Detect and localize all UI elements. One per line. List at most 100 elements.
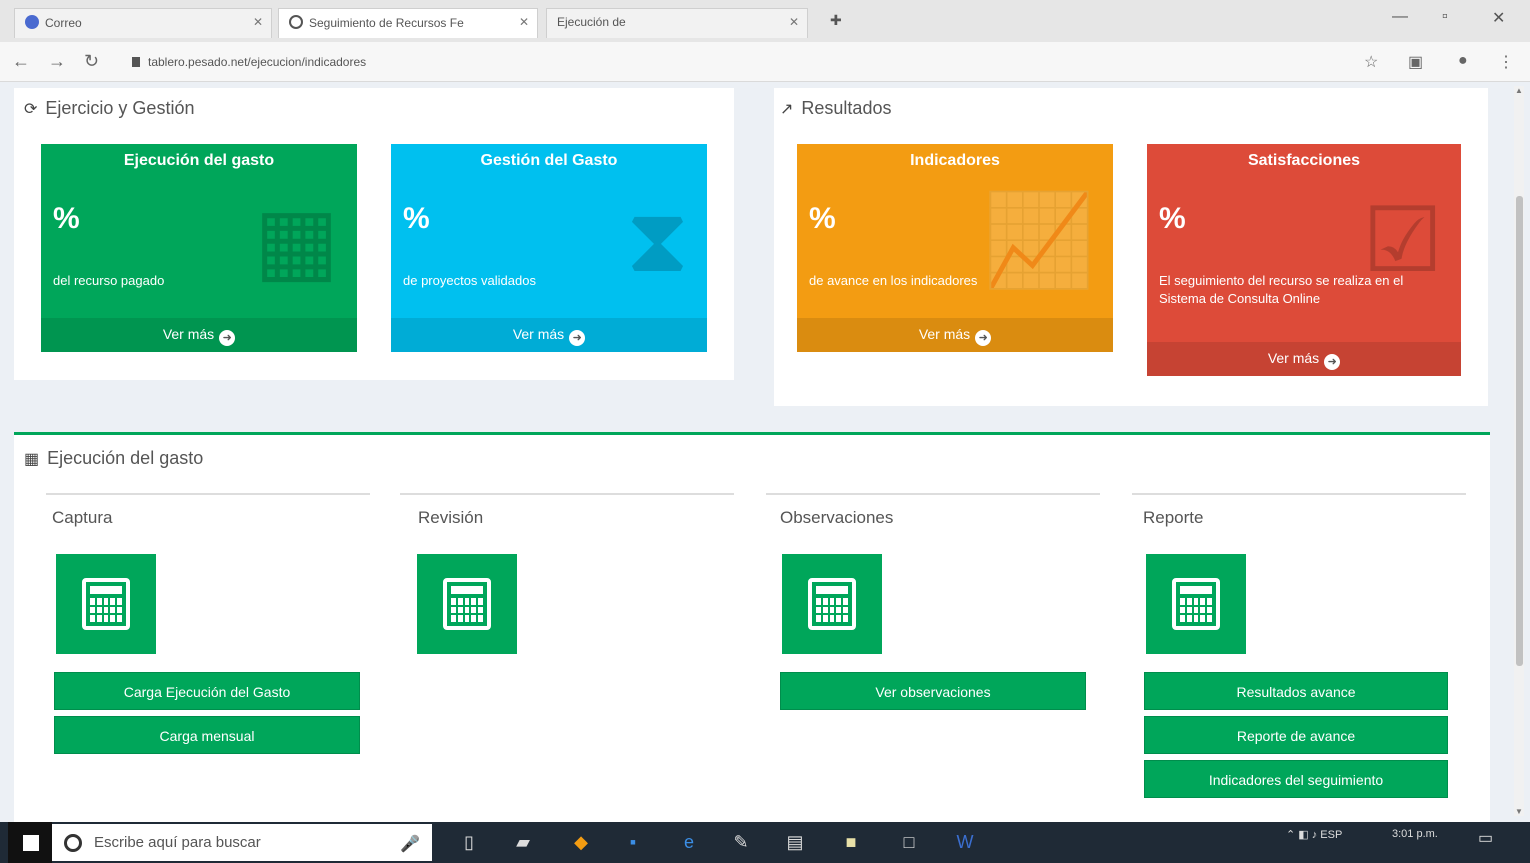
- box-title: Indicadores: [910, 152, 1000, 169]
- ver-observaciones-button[interactable]: Ver observaciones: [780, 672, 1086, 710]
- browser-tab-third[interactable]: Ejecución de ✕: [546, 8, 808, 38]
- minimize-icon[interactable]: —: [1392, 8, 1408, 26]
- reload-icon[interactable]: ↻: [84, 51, 99, 72]
- scroll-down-icon[interactable]: ▼: [1515, 807, 1523, 816]
- box-more-link[interactable]: Ver más ➜: [41, 318, 357, 352]
- box-satisfacciones: Satisfacciones % El seguimiento del recu…: [1147, 144, 1461, 376]
- lock-icon: [132, 57, 140, 67]
- browser-tabstrip: Correo ✕ Seguimiento de Recursos Fe ✕ Ej…: [0, 0, 1530, 42]
- calculator-tile-captura[interactable]: [56, 554, 156, 654]
- calculator-tile-observaciones[interactable]: [782, 554, 882, 654]
- reporte-avance-button[interactable]: Reporte de avance: [1144, 716, 1448, 754]
- app-icon[interactable]: ◆: [566, 828, 596, 856]
- taskbar-search-placeholder: Escribe aquí para buscar: [94, 834, 261, 851]
- start-button[interactable]: [8, 822, 52, 863]
- arrow-circle-right-icon: ➜: [219, 330, 236, 346]
- box-percent: %: [403, 202, 430, 235]
- address-bar[interactable]: tablero.pesado.net/ejecucion/indicadores: [124, 50, 1354, 74]
- box-more-link[interactable]: Ver más ➜: [797, 318, 1113, 352]
- box-more-link[interactable]: Ver más ➜: [391, 318, 707, 352]
- tray-lang: ESP: [1320, 829, 1343, 841]
- edge-browser-icon[interactable]: e: [674, 828, 704, 856]
- close-tab-icon[interactable]: ✕: [253, 15, 263, 29]
- extension-icon[interactable]: ▣: [1408, 52, 1423, 72]
- file-explorer-icon[interactable]: ▰: [508, 828, 538, 856]
- ejecucion-gasto-title: ▦ Ejecución del gasto: [24, 448, 204, 468]
- terminal-icon[interactable]: ▤: [780, 828, 810, 856]
- tab-label: Correo: [45, 16, 82, 30]
- microphone-icon[interactable]: 🎤: [400, 834, 420, 854]
- arrow-circle-right-icon: ➜: [975, 330, 992, 346]
- notification-center-icon[interactable]: ▭: [1478, 828, 1493, 848]
- box-more-link[interactable]: Ver más ➜: [1147, 342, 1461, 376]
- calculator-icon: [443, 578, 491, 630]
- resultados-avance-button[interactable]: Resultados avance: [1144, 672, 1448, 710]
- column-rule: [400, 493, 734, 495]
- tray-clock[interactable]: 3:01 p.m.: [1392, 828, 1438, 840]
- tab-label: Seguimiento de Recursos Fe: [309, 16, 464, 30]
- new-tab-icon[interactable]: ✚: [830, 12, 842, 29]
- browser-toolbar: ← → ↻ tablero.pesado.net/ejecucion/indic…: [0, 42, 1530, 82]
- column-title-captura: Captura: [52, 508, 113, 527]
- system-tray-icons[interactable]: ⌃ ◧ ♪ ESP: [1286, 828, 1342, 841]
- pen-icon[interactable]: ✎: [726, 828, 756, 856]
- indicadores-seguimiento-button[interactable]: Indicadores del seguimiento: [1144, 760, 1448, 798]
- hourglass-icon: ⧗: [625, 191, 689, 291]
- column-rule: [46, 493, 370, 495]
- box-percent: %: [53, 202, 80, 235]
- profile-icon[interactable]: ●: [1458, 52, 1468, 70]
- maximize-icon[interactable]: ▫: [1442, 8, 1448, 26]
- box-ejecucion-gasto: Ejecución del gasto % del recurso pagado…: [41, 144, 357, 352]
- column-rule: [1132, 493, 1466, 495]
- mail-favicon-icon: [25, 15, 39, 29]
- line-chart-icon: 📈: [982, 191, 1095, 291]
- taskbar-search[interactable]: Escribe aquí para buscar 🎤: [52, 824, 432, 861]
- table-icon: ▦: [253, 191, 339, 291]
- window-icon[interactable]: □: [894, 828, 924, 856]
- box-indicadores: Indicadores % de avance en los indicador…: [797, 144, 1113, 352]
- scroll-up-icon[interactable]: ▲: [1515, 86, 1523, 95]
- browser-tab-mail[interactable]: Correo ✕: [14, 8, 272, 38]
- calculator-tile-reporte[interactable]: [1146, 554, 1246, 654]
- forward-icon[interactable]: →: [48, 51, 66, 72]
- tab-label: Ejecución de: [557, 15, 626, 29]
- calculator-tile-revision[interactable]: [417, 554, 517, 654]
- box-percent: %: [809, 202, 836, 235]
- chart-line-icon: ↗: [780, 101, 794, 118]
- box-title: Gestión del Gasto: [480, 152, 618, 169]
- box-percent: %: [1159, 202, 1186, 235]
- close-tab-icon[interactable]: ✕: [789, 15, 799, 29]
- column-title-reporte: Reporte: [1143, 508, 1204, 527]
- page-scrollbar[interactable]: ▲ ▼: [1514, 86, 1524, 816]
- scrollbar-thumb[interactable]: [1516, 196, 1523, 666]
- refresh-icon: ⟳: [24, 101, 38, 118]
- column-title-revision: Revisión: [418, 508, 484, 527]
- box-gestion-gasto: Gestión del Gasto % de proyectos validad…: [391, 144, 707, 352]
- arrow-circle-right-icon: ➜: [569, 330, 586, 346]
- arrow-circle-right-icon: ➜: [1324, 354, 1341, 370]
- box-title: Satisfacciones: [1247, 152, 1361, 169]
- results-panel-title: ↗ Resultados: [780, 98, 892, 118]
- close-window-icon[interactable]: ✕: [1492, 8, 1505, 28]
- execution-panel-title: ⟳ Ejercicio y Gestión: [24, 98, 195, 118]
- store-icon[interactable]: ▪: [618, 828, 648, 856]
- task-view-icon[interactable]: ▯: [454, 828, 484, 856]
- bookmark-star-icon[interactable]: ☆: [1364, 52, 1378, 72]
- calculator-icon: [1172, 578, 1220, 630]
- carga-ejecucion-button[interactable]: Carga Ejecución del Gasto: [54, 672, 360, 710]
- column-rule: [766, 493, 1100, 495]
- browser-tab-active[interactable]: Seguimiento de Recursos Fe ✕: [278, 8, 538, 38]
- carga-mensual-button[interactable]: Carga mensual: [54, 716, 360, 754]
- back-icon[interactable]: ←: [12, 51, 30, 72]
- close-tab-icon[interactable]: ✕: [519, 15, 529, 29]
- menu-icon[interactable]: ⋮: [1498, 52, 1514, 72]
- word-icon[interactable]: W: [950, 828, 980, 856]
- table-small-icon: ▦: [24, 451, 40, 468]
- globe-favicon-icon: [289, 15, 303, 29]
- folder-icon[interactable]: ■: [836, 828, 866, 856]
- checkbox-icon: ☑: [1362, 191, 1443, 291]
- calculator-icon: [82, 578, 130, 630]
- windows-taskbar: Escribe aquí para buscar 🎤 ▯ ▰ ◆ ▪ e ✎ ▤…: [0, 822, 1530, 863]
- column-title-observaciones: Observaciones: [780, 508, 894, 527]
- windows-logo-icon: [23, 835, 39, 851]
